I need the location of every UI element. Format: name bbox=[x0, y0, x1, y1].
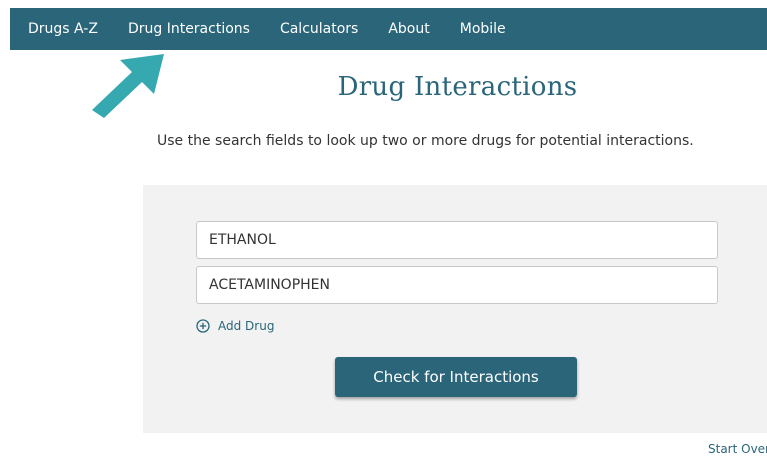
nav-item-mobile[interactable]: Mobile bbox=[460, 21, 506, 37]
check-interactions-button[interactable]: Check for Interactions bbox=[335, 357, 577, 397]
page-subtitle: Use the search fields to look up two or … bbox=[157, 133, 694, 149]
add-drug-label: Add Drug bbox=[218, 319, 275, 333]
nav-item-drug-interactions[interactable]: Drug Interactions bbox=[128, 21, 250, 37]
nav-item-calculators[interactable]: Calculators bbox=[280, 21, 358, 37]
drug-input-1[interactable] bbox=[196, 221, 718, 259]
nav-item-drugs-a-z[interactable]: Drugs A-Z bbox=[28, 21, 98, 37]
nav-item-about[interactable]: About bbox=[388, 21, 429, 37]
top-navigation: Drugs A-Z Drug Interactions Calculators … bbox=[10, 8, 767, 50]
page-title: Drug Interactions bbox=[337, 72, 578, 102]
start-over-link[interactable]: Start Over bbox=[708, 442, 767, 456]
plus-circle-icon bbox=[196, 319, 210, 333]
pointer-arrow-icon bbox=[92, 54, 164, 118]
add-drug-link[interactable]: Add Drug bbox=[196, 319, 274, 333]
drug-input-2[interactable] bbox=[196, 266, 718, 304]
